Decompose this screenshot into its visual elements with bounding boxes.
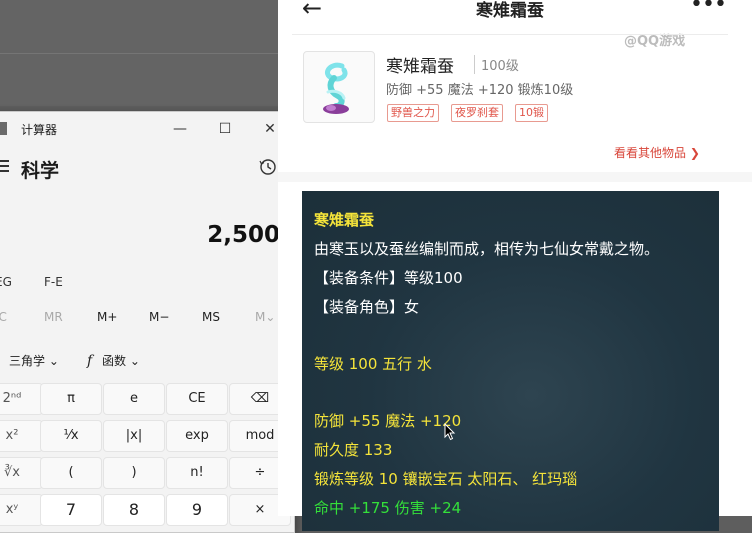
open-paren-key[interactable]: ( <box>40 457 102 489</box>
app-header: ← 寒雉霜蚕 ••• <box>278 0 752 32</box>
chevron-down-icon: ⌄ <box>129 354 140 368</box>
history-icon[interactable] <box>259 158 277 176</box>
second-function-key[interactable]: 2ⁿᵈ <box>0 383 43 415</box>
memory-recall-button[interactable]: MR <box>44 310 63 324</box>
exp-key[interactable]: exp <box>166 420 228 452</box>
power-key[interactable]: xʸ <box>0 494 43 526</box>
deg-button[interactable]: EG <box>0 275 12 289</box>
memory-clear-button[interactable]: IC <box>0 310 7 324</box>
function-label: 函数 <box>102 354 127 368</box>
section-separator <box>278 172 752 182</box>
description-line: 【装备角色】女 <box>314 298 420 316</box>
factorial-key[interactable]: n! <box>166 457 228 489</box>
background-divider <box>0 53 290 54</box>
item-tag: 10锻 <box>515 104 548 122</box>
description-line: 防御 +55 魔法 +120 <box>314 412 462 430</box>
header-divider <box>292 34 728 35</box>
digit-9-key[interactable]: 9 <box>166 494 228 526</box>
minimize-button[interactable]: — <box>165 116 195 142</box>
description-line: 【装备条件】等级100 <box>314 269 463 287</box>
chevron-down-icon: ⌄ <box>48 354 59 368</box>
cube-root-key[interactable]: ∛x <box>0 457 43 489</box>
page-title: 寒雉霜蚕 <box>476 1 544 21</box>
calculator-titlebar[interactable]: 计算器 — ☐ ✕ <box>0 112 294 146</box>
memory-list-button[interactable]: M⌄ <box>255 310 275 324</box>
fe-button[interactable]: F-E <box>44 275 63 289</box>
item-description-panel: 寒雉霜蚕 由寒玉以及蚕丝编制而成，相传为七仙女常戴之物。 【装备条件】等级100… <box>302 191 719 531</box>
maximize-button[interactable]: ☐ <box>210 116 240 142</box>
description-line: 锻炼等级 10 镶嵌宝石 太阳石、 红玛瑙 <box>314 470 578 488</box>
description-line: 命中 +175 伤害 +24 <box>314 499 462 517</box>
digit-7-key[interactable]: 7 <box>40 494 102 526</box>
clear-entry-key[interactable]: CE <box>166 383 228 415</box>
pi-key[interactable]: π <box>40 383 102 415</box>
description-line: 等级 100 五行 水 <box>314 355 432 373</box>
item-detail-app: ← 寒雉霜蚕 ••• @QQ游戏 寒雉霜蚕 100级 防御 +55 魔法 +12… <box>278 0 752 531</box>
see-other-items-link[interactable]: 看看其他物品 ❯ <box>614 144 700 161</box>
trigonometry-dropdown[interactable]: 三角学 ⌄ <box>9 352 59 369</box>
memory-store-button[interactable]: MS <box>202 310 220 324</box>
memory-subtract-button[interactable]: M− <box>149 310 169 324</box>
absolute-key[interactable]: |x| <box>103 420 165 452</box>
item-tag: 夜罗刹套 <box>451 104 503 122</box>
item-stats: 防御 +55 魔法 +120 锻炼10级 <box>386 83 574 98</box>
memory-add-button[interactable]: M+ <box>97 310 117 324</box>
mouse-cursor-icon <box>444 423 456 441</box>
hamburger-menu-icon[interactable] <box>0 160 9 174</box>
item-name: 寒雉霜蚕 <box>386 57 454 77</box>
watermark-logo: @QQ游戏 <box>624 34 686 49</box>
item-tag: 野兽之力 <box>387 104 439 122</box>
euler-key[interactable]: e <box>103 383 165 415</box>
item-thumbnail <box>303 51 375 123</box>
description-title: 寒雉霜蚕 <box>314 211 375 229</box>
more-options-icon[interactable]: ••• <box>690 0 727 17</box>
function-dropdown[interactable]: f 函数 ⌄ <box>87 352 140 369</box>
close-paren-key[interactable]: ) <box>103 457 165 489</box>
description-line: 耐久度 133 <box>314 441 393 459</box>
description-line: 由寒玉以及蚕丝编制而成，相传为七仙女常戴之物。 <box>314 240 660 258</box>
calculator-mode-title: 科学 <box>21 160 60 182</box>
item-image-icon <box>323 62 349 114</box>
trigonometry-label: 三角学 <box>9 354 46 368</box>
digit-8-key[interactable]: 8 <box>103 494 165 526</box>
reciprocal-key[interactable]: ¹⁄x <box>40 420 102 452</box>
calculator-app-icon <box>0 122 7 135</box>
item-level: 100级 <box>474 55 519 74</box>
calculator-display: 2,500 <box>207 222 280 248</box>
square-key[interactable]: x² <box>0 420 43 452</box>
calculator-window: 计算器 — ☐ ✕ 科学 2,500 EG F-E IC MR M+ M− MS… <box>0 111 295 533</box>
function-icon: f <box>87 353 93 369</box>
calculator-title: 计算器 <box>21 123 58 137</box>
